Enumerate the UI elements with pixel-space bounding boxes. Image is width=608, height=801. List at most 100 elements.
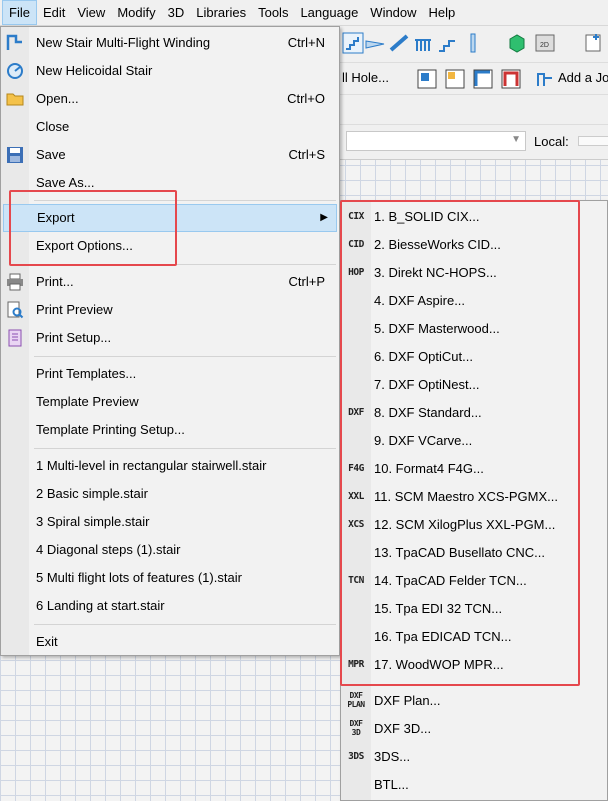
- menu-file[interactable]: File: [2, 0, 37, 25]
- add-joint-button[interactable]: Add a Jo: [558, 70, 608, 85]
- ramp-icon[interactable]: [388, 32, 410, 54]
- menu-item-save-as[interactable]: Save As...: [3, 169, 337, 197]
- view-2d-icon[interactable]: 2D: [534, 32, 556, 54]
- svg-text:2D: 2D: [540, 42, 549, 49]
- toolbar-stair-tools: 2D: [340, 26, 608, 62]
- toolbar-properties: ▼ Local:: [340, 124, 608, 160]
- u-turn-icon[interactable]: [500, 68, 522, 90]
- dxf-3d-icon: DXF 3D: [349, 719, 363, 737]
- menu-window[interactable]: Window: [364, 0, 422, 25]
- winder-icon[interactable]: [444, 68, 466, 90]
- landing-icon[interactable]: [416, 68, 438, 90]
- menu-modify[interactable]: Modify: [111, 0, 161, 25]
- xxl-icon: XXL: [348, 491, 364, 502]
- menu-item-print-templates[interactable]: Print Templates...: [3, 360, 337, 388]
- print-setup-icon: [8, 329, 22, 347]
- folder-open-icon: [6, 93, 24, 106]
- export-item-tpa-edicad[interactable]: 16. Tpa EDICAD TCN...: [341, 623, 607, 651]
- cube-icon[interactable]: [506, 32, 528, 54]
- menu-item-new-helicoidal[interactable]: New Helicoidal Stair: [3, 57, 337, 85]
- export-item-dxf-optinest[interactable]: 7. DXF OptiNest...: [341, 371, 607, 399]
- export-item-dxf-vcarve[interactable]: 9. DXF VCarve...: [341, 427, 607, 455]
- dxf-plan-icon: DXF PLAN: [347, 691, 365, 709]
- menu-item-print-preview[interactable]: Print Preview: [3, 296, 337, 324]
- export-item-dxf-opticut[interactable]: 6. DXF OptiCut...: [341, 343, 607, 371]
- menu-item-print-setup[interactable]: Print Setup...: [3, 324, 337, 352]
- export-item-scm-maestro[interactable]: XXL 11. SCM Maestro XCS-PGMX...: [341, 483, 607, 511]
- export-item-tpacad-busellato[interactable]: 13. TpaCAD Busellato CNC...: [341, 539, 607, 567]
- 3ds-icon: 3DS: [348, 751, 364, 762]
- dxf-icon: DXF: [348, 407, 364, 418]
- menu-help[interactable]: Help: [423, 0, 462, 25]
- cid-icon: CID: [348, 239, 364, 250]
- separator: [34, 264, 336, 265]
- file-menu: New Stair Multi-Flight Winding Ctrl+N Ne…: [0, 26, 340, 656]
- new-stair-icon: [6, 34, 22, 50]
- export-item-woodwop[interactable]: MPR 17. WoodWOP MPR...: [341, 651, 607, 679]
- separator: [34, 200, 336, 201]
- recent-file-item[interactable]: 3 Spiral simple.stair: [3, 508, 337, 536]
- export-item-dxf-3d[interactable]: DXF 3D DXF 3D...: [341, 715, 607, 743]
- toolbar-features: ll Hole... Add a Jo: [340, 62, 608, 95]
- menu-bar: File Edit View Modify 3D Libraries Tools…: [0, 0, 608, 26]
- balustrade-icon[interactable]: [412, 32, 434, 54]
- export-item-btl[interactable]: BTL...: [341, 771, 607, 799]
- local-field[interactable]: [578, 136, 608, 146]
- hop-icon: HOP: [348, 267, 364, 278]
- menu-libraries[interactable]: Libraries: [190, 0, 252, 25]
- export-item-dxf-masterwood[interactable]: 5. DXF Masterwood...: [341, 315, 607, 343]
- menu-item-save[interactable]: Save Ctrl+S: [3, 141, 337, 169]
- menu-item-new-stair-multi[interactable]: New Stair Multi-Flight Winding Ctrl+N: [3, 29, 337, 57]
- menu-item-open[interactable]: Open... Ctrl+O: [3, 85, 337, 113]
- export-item-format4[interactable]: F4G 10. Format4 F4G...: [341, 455, 607, 483]
- recent-file-item[interactable]: 2 Basic simple.stair: [3, 480, 337, 508]
- chevron-right-icon: ▶: [320, 212, 328, 223]
- menu-item-export-options[interactable]: Export Options...: [3, 232, 337, 260]
- menu-view[interactable]: View: [71, 0, 111, 25]
- export-item-tpacad-felder[interactable]: TCN 14. TpaCAD Felder TCN...: [341, 567, 607, 595]
- export-item-3ds[interactable]: 3DS 3DS...: [341, 743, 607, 771]
- local-label: Local:: [534, 134, 569, 149]
- menu-3d[interactable]: 3D: [162, 0, 191, 25]
- helicoidal-stair-icon: [7, 63, 23, 79]
- floppy-disk-icon: [7, 147, 23, 163]
- menu-tools[interactable]: Tools: [252, 0, 294, 25]
- separator: [34, 356, 336, 357]
- mpr-icon: MPR: [348, 659, 364, 670]
- add-joint-icon[interactable]: [534, 68, 556, 90]
- export-item-hops[interactable]: HOP 3. Direkt NC-HOPS...: [341, 259, 607, 287]
- f4g-icon: F4G: [348, 463, 364, 474]
- menu-item-print[interactable]: Print... Ctrl+P: [3, 268, 337, 296]
- xcs-icon: XCS: [348, 519, 364, 530]
- menu-item-close[interactable]: Close: [3, 113, 337, 141]
- well-hole-button[interactable]: ll Hole...: [342, 70, 389, 85]
- recent-file-item[interactable]: 4 Diagonal steps (1).stair: [3, 536, 337, 564]
- export-item-dxf-plan[interactable]: DXF PLAN DXF Plan...: [341, 687, 607, 715]
- recent-file-item[interactable]: 5 Multi flight lots of features (1).stai…: [3, 564, 337, 592]
- export-item-tpa-edi32[interactable]: 15. Tpa EDI 32 TCN...: [341, 595, 607, 623]
- menu-item-export[interactable]: Export ▶: [3, 204, 337, 232]
- print-preview-icon: [7, 301, 24, 319]
- chevron-down-icon: ▼: [511, 134, 521, 145]
- recent-file-item[interactable]: 6 Landing at start.stair: [3, 592, 337, 620]
- step-icon[interactable]: [436, 32, 458, 54]
- menu-language[interactable]: Language: [294, 0, 364, 25]
- layer-combo[interactable]: ▼: [346, 131, 526, 151]
- flight-icon[interactable]: [364, 32, 386, 54]
- stair-tool-icon[interactable]: [342, 32, 364, 54]
- menu-item-exit[interactable]: Exit: [3, 628, 337, 656]
- export-item-cid[interactable]: CID 2. BiesseWorks CID...: [341, 231, 607, 259]
- menu-edit[interactable]: Edit: [37, 0, 71, 25]
- export-item-dxf-standard[interactable]: DXF 8. DXF Standard...: [341, 399, 607, 427]
- menu-item-template-printing-setup[interactable]: Template Printing Setup...: [3, 416, 337, 444]
- menu-item-template-preview[interactable]: Template Preview: [3, 388, 337, 416]
- turn-icon[interactable]: [472, 68, 494, 90]
- post-icon[interactable]: [462, 32, 484, 54]
- export-item-dxf-aspire[interactable]: 4. DXF Aspire...: [341, 287, 607, 315]
- new-drawing-icon[interactable]: [582, 32, 604, 54]
- printer-icon: [7, 273, 23, 291]
- export-item-cix[interactable]: CIX 1. B_SOLID CIX...: [341, 203, 607, 231]
- tcn-icon: TCN: [348, 575, 364, 586]
- recent-file-item[interactable]: 1 Multi-level in rectangular stairwell.s…: [3, 452, 337, 480]
- export-item-scm-xilog[interactable]: XCS 12. SCM XilogPlus XXL-PGM...: [341, 511, 607, 539]
